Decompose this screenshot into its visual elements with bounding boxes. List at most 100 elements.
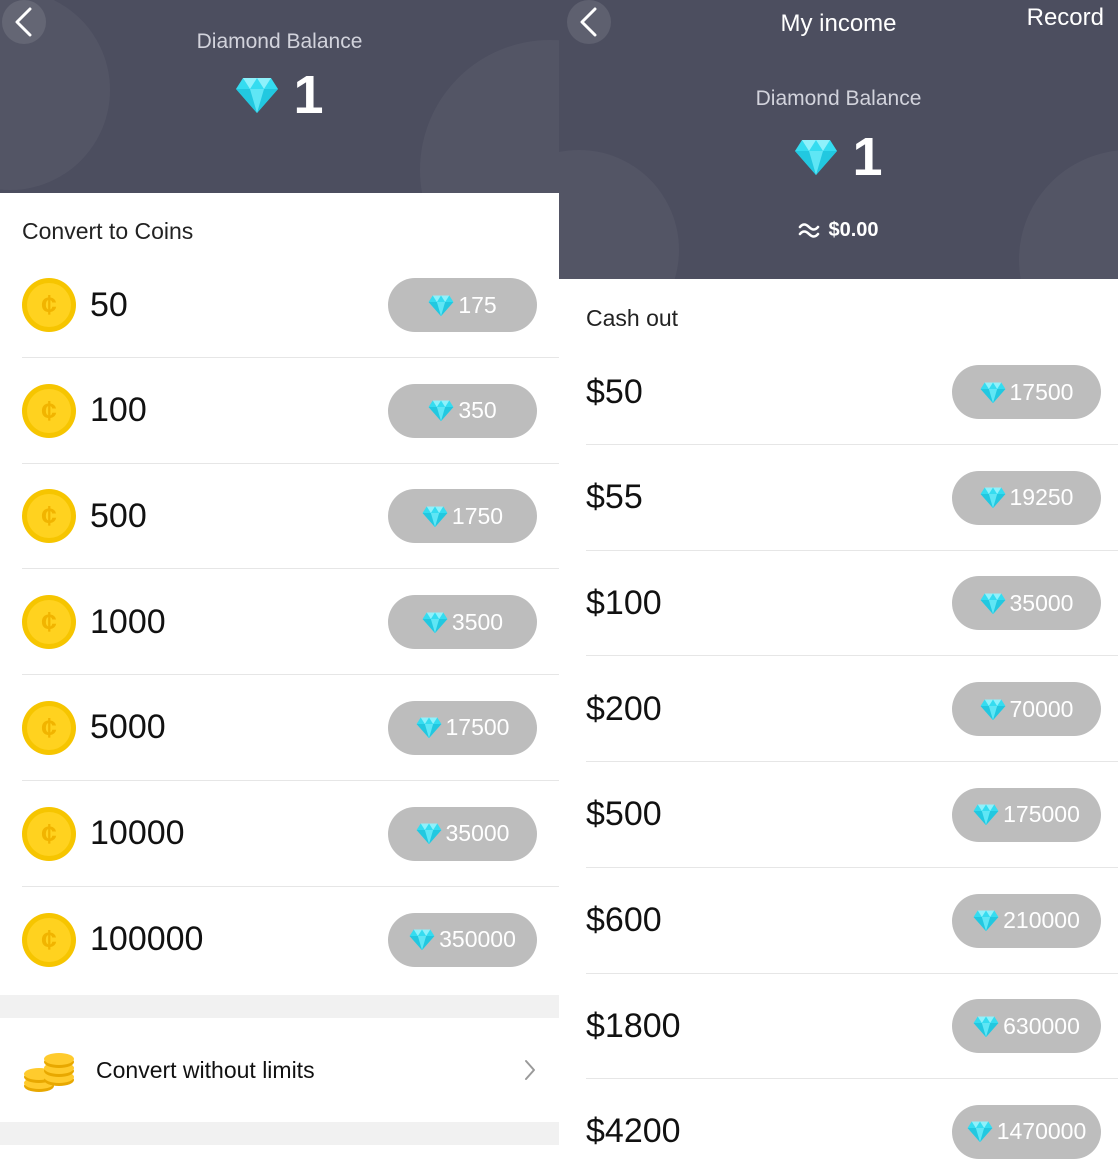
cash-out-row: $200 70000 bbox=[586, 657, 1118, 763]
cash-amount: $200 bbox=[586, 689, 662, 728]
cash-amount: $4200 bbox=[586, 1112, 681, 1151]
diamond-icon bbox=[422, 612, 448, 633]
cash-out-price-button[interactable]: 35000 bbox=[952, 576, 1101, 631]
my-income-screen: My income Record Diamond Balance 1 $0.00… bbox=[559, 0, 1118, 1169]
cash-amount: $1800 bbox=[586, 1006, 681, 1045]
convert-price-button[interactable]: 3500 bbox=[388, 595, 537, 650]
balance-label: Diamond Balance bbox=[755, 87, 922, 110]
diamond-icon bbox=[795, 140, 838, 175]
cash-out-row: $100 35000 bbox=[586, 551, 1118, 657]
coin-symbol: ¢ bbox=[27, 811, 71, 856]
coin-symbol: ¢ bbox=[27, 283, 71, 327]
coin-icon: ¢ bbox=[22, 383, 76, 438]
cash-out-price-button[interactable]: 175000 bbox=[952, 787, 1101, 842]
record-button[interactable]: Record bbox=[1027, 4, 1104, 32]
cash-amount: $55 bbox=[586, 478, 643, 517]
coin-amount: 5000 bbox=[90, 708, 166, 747]
diamond-icon bbox=[980, 699, 1005, 720]
diamond-icon bbox=[967, 1121, 993, 1143]
coin-symbol: ¢ bbox=[27, 917, 71, 962]
convert-without-limits-label: Convert without limits bbox=[96, 1056, 315, 1083]
cash-out-row: $4200 1470000 bbox=[586, 1080, 1118, 1169]
diamond-cost: 1750 bbox=[451, 502, 504, 529]
cash-out-price-button[interactable]: 19250 bbox=[952, 470, 1101, 525]
balance-display: 1 bbox=[559, 124, 1118, 190]
diamond-cost: 350 bbox=[458, 397, 497, 424]
coin-icon: ¢ bbox=[22, 595, 76, 650]
diamond-cost: 175000 bbox=[1003, 801, 1080, 828]
diamond-cost: 35000 bbox=[1009, 589, 1074, 616]
coin-package-row: ¢ 5000 17500 bbox=[22, 676, 559, 781]
diamond-cost: 19250 bbox=[1009, 484, 1074, 511]
cash-out-row: $500 175000 bbox=[586, 763, 1118, 868]
coin-package-row: ¢ 1000 3500 bbox=[22, 570, 559, 676]
coin-amount: 100 bbox=[90, 391, 147, 430]
diamond-cost: 17500 bbox=[445, 714, 510, 741]
diamond-cost: 210000 bbox=[1003, 907, 1080, 933]
diamond-icon bbox=[236, 78, 279, 113]
coin-amount: 10000 bbox=[90, 814, 185, 852]
convert-price-button[interactable]: 17500 bbox=[388, 700, 537, 755]
coin-amount: 1000 bbox=[90, 602, 166, 641]
diamond-icon bbox=[980, 593, 1005, 615]
coin-stack-icon bbox=[24, 1053, 74, 1092]
diamond-cost: 35000 bbox=[445, 820, 510, 846]
convert-price-button[interactable]: 175 bbox=[388, 278, 537, 332]
convert-price-button[interactable]: 350 bbox=[388, 383, 537, 438]
cash-out-price-button[interactable]: 70000 bbox=[952, 682, 1101, 737]
section-title: Convert to Coins bbox=[22, 218, 194, 244]
convert-without-limits-row[interactable]: Convert without limits bbox=[0, 1018, 559, 1122]
diamond-icon bbox=[973, 1016, 999, 1037]
diamond-cost: 175 bbox=[458, 291, 497, 318]
coin-symbol: ¢ bbox=[27, 388, 71, 433]
diamond-icon bbox=[416, 823, 441, 845]
cash-amount: $50 bbox=[586, 372, 643, 411]
coin-symbol: ¢ bbox=[27, 705, 71, 750]
approx-icon bbox=[799, 223, 820, 238]
coin-amount: 50 bbox=[90, 285, 128, 324]
diamond-icon bbox=[980, 381, 1005, 403]
cash-out-row: $50 17500 bbox=[586, 340, 1118, 445]
diamond-cost: 1470000 bbox=[996, 1118, 1087, 1145]
diamond-icon bbox=[428, 400, 454, 422]
cash-out-price-button[interactable]: 630000 bbox=[952, 999, 1101, 1054]
coin-icon: ¢ bbox=[22, 278, 76, 332]
convert-price-button[interactable]: 35000 bbox=[388, 806, 537, 861]
chevron-right-icon bbox=[525, 1060, 535, 1080]
balance-value: 1 bbox=[852, 127, 883, 187]
diamond-cost: 3500 bbox=[451, 608, 504, 635]
cash-out-price-button[interactable]: 17500 bbox=[952, 365, 1101, 419]
diamond-icon bbox=[422, 506, 448, 528]
convert-coins-screen: Diamond Balance 1 Convert to Coins ¢ 50 17… bbox=[0, 0, 559, 1169]
cash-out-row: $55 19250 bbox=[586, 446, 1118, 551]
diamond-cost: 70000 bbox=[1009, 695, 1074, 722]
convert-price-button[interactable]: 1750 bbox=[388, 489, 537, 544]
convert-price-button[interactable]: 350000 bbox=[388, 912, 537, 967]
coin-icon: ¢ bbox=[22, 912, 76, 967]
coin-symbol: ¢ bbox=[27, 600, 71, 645]
coin-package-row: ¢ 500 1750 bbox=[22, 464, 559, 570]
cash-out-row: $600 210000 bbox=[586, 869, 1118, 974]
approx-value-display: $0.00 bbox=[559, 216, 1118, 244]
section-title: Cash out bbox=[586, 305, 679, 331]
cash-out-row: $1800 630000 bbox=[586, 974, 1118, 1080]
diamond-cost: 350000 bbox=[439, 926, 516, 953]
balance-header: Diamond Balance 1 bbox=[0, 0, 559, 193]
section-divider bbox=[0, 1122, 559, 1145]
income-header: My income Record Diamond Balance 1 $0.00 bbox=[559, 0, 1118, 279]
coin-icon: ¢ bbox=[22, 700, 76, 755]
coin-package-row: ¢ 100000 350000 bbox=[22, 887, 559, 992]
diamond-icon bbox=[416, 717, 441, 739]
cash-out-price-button[interactable]: 1470000 bbox=[952, 1104, 1101, 1159]
section-divider bbox=[0, 995, 559, 1018]
coin-amount: 100000 bbox=[90, 920, 204, 959]
cash-amount: $600 bbox=[586, 901, 662, 939]
coin-amount: 500 bbox=[90, 496, 147, 535]
balance-value: 1 bbox=[293, 65, 324, 125]
coin-icon: ¢ bbox=[22, 806, 76, 861]
coin-package-row: ¢ 50 175 bbox=[22, 253, 559, 358]
coin-package-row: ¢ 100 350 bbox=[22, 359, 559, 464]
cash-out-price-button[interactable]: 210000 bbox=[952, 893, 1101, 948]
coin-symbol: ¢ bbox=[27, 494, 71, 539]
diamond-icon bbox=[409, 929, 435, 951]
